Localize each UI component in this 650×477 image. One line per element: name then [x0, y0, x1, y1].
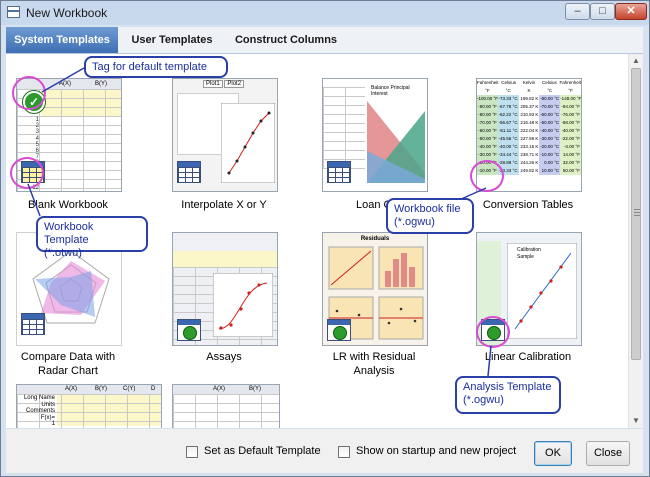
close-button[interactable]: Close	[586, 441, 630, 466]
maximize-button[interactable]: □	[590, 3, 615, 20]
set-default-checkbox[interactable]	[186, 446, 198, 458]
callout-default-tag: Tag for default template	[84, 56, 228, 78]
show-startup-label[interactable]: Show on startup and new project	[356, 445, 516, 457]
workbook-icon	[7, 6, 20, 18]
show-startup-checkbox[interactable]	[338, 446, 350, 458]
set-default-label[interactable]: Set as Default Template	[204, 445, 321, 457]
callout-workbook-template: Workbook Template (*.otwu)	[36, 216, 148, 259]
new-workbook-dialog: New Workbook – □ ✕ System Templates User…	[0, 0, 650, 477]
vertical-scrollbar[interactable]: ▲ ▼	[628, 54, 643, 428]
window-title: New Workbook	[26, 6, 108, 20]
scroll-up-icon[interactable]: ▲	[629, 54, 643, 68]
ok-button[interactable]: OK	[534, 441, 572, 466]
close-window-button[interactable]: ✕	[615, 3, 647, 20]
template-gallery: A(X) B(Y) 123 456 789 101112 ✓ Blank Wor…	[6, 54, 628, 428]
scroll-thumb[interactable]	[631, 68, 641, 360]
callout-analysis-template: Analysis Template (*.ogwu)	[455, 376, 561, 414]
scroll-down-icon[interactable]: ▼	[629, 414, 643, 428]
callout-workbook-file: Workbook file (*.ogwu)	[386, 198, 474, 234]
minimize-button[interactable]: –	[565, 3, 590, 20]
tab-user-templates[interactable]: User Templates	[124, 27, 220, 53]
dialog-footer: Set as Default Template Show on startup …	[6, 429, 643, 473]
title-bar[interactable]: New Workbook – □ ✕	[1, 1, 649, 25]
tab-bar: System Templates User Templates Construc…	[6, 27, 643, 54]
tab-construct-columns[interactable]: Construct Columns	[226, 27, 346, 53]
tab-system-templates[interactable]: System Templates	[6, 27, 118, 53]
